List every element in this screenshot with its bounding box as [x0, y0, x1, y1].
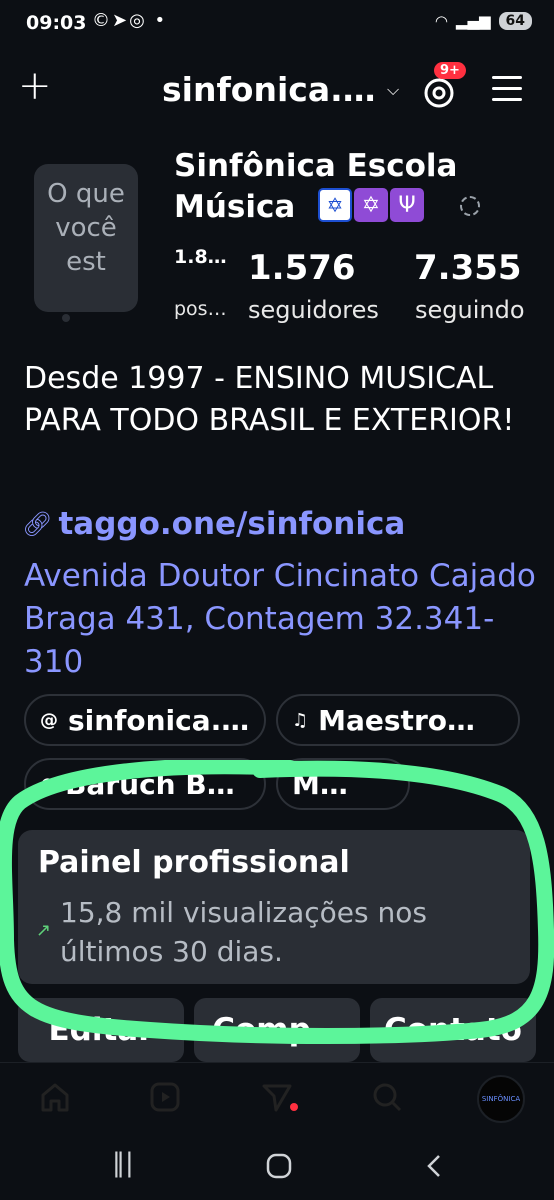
home-icon[interactable]: [38, 1080, 72, 1114]
wifi-icon: ◠: [434, 12, 448, 30]
status-right: ◠ ▂▄▆ 64: [435, 12, 532, 30]
chevron-down-icon[interactable]: ⌵: [387, 80, 399, 100]
star-of-david-icon: ✡: [354, 188, 388, 222]
note-bubble[interactable]: O que você est: [36, 178, 136, 279]
menu-icon[interactable]: [492, 76, 522, 102]
pill-maestro[interactable]: ♫ Maestro…: [276, 694, 520, 746]
pill-threads[interactable]: @ sinfonica.…: [24, 694, 266, 746]
share-profile-button[interactable]: Comp…: [194, 998, 360, 1062]
verified-icon: [460, 196, 480, 216]
reels-icon[interactable]: [148, 1080, 182, 1114]
home-button-icon[interactable]: [266, 1153, 292, 1179]
recent-apps-icon[interactable]: ‖|: [112, 1148, 134, 1178]
profile-link[interactable]: 🔗︎ taggo.one/sinfonica: [22, 506, 405, 542]
following-count[interactable]: 7.355: [414, 248, 522, 288]
notification-icons: ©➤◎ •: [92, 10, 168, 31]
back-icon[interactable]: [424, 1153, 444, 1179]
notification-badge: 9+: [434, 62, 466, 79]
username-switcher[interactable]: sinfonica.…: [162, 70, 376, 109]
address-link[interactable]: Avenida Doutor Cincinato Cajado Braga 43…: [24, 555, 544, 683]
posts-label[interactable]: pos…: [174, 298, 227, 320]
pill-label: sinfonica.…: [68, 703, 250, 737]
dashboard-title[interactable]: Painel profissional: [38, 845, 350, 880]
pill-label: Baruch B…: [65, 767, 235, 801]
following-label[interactable]: seguindo: [415, 296, 525, 324]
link-text[interactable]: taggo.one/sinfonica: [58, 506, 405, 542]
pill-baruch[interactable]: ⊕ Baruch B…: [24, 758, 266, 810]
battery-indicator: 64: [498, 12, 532, 30]
followers-label[interactable]: seguidores: [248, 296, 379, 324]
music-icon: ♫: [292, 709, 309, 731]
followers-count[interactable]: 1.576: [248, 248, 356, 288]
edit-profile-button[interactable]: Editar: [18, 998, 184, 1062]
pill-more[interactable]: M…: [276, 758, 410, 810]
status-time: 09:03: [26, 12, 87, 34]
dashboard-views: 15,8 mil visualizações nos últimos 30 di…: [60, 896, 427, 969]
trend-up-icon: ↗: [36, 920, 52, 941]
send-icon[interactable]: [260, 1080, 294, 1114]
contact-button[interactable]: Contato: [370, 998, 536, 1062]
emoji-row: ✡ ✡ Ψ: [318, 188, 424, 222]
note-tail: [62, 314, 70, 322]
posts-count[interactable]: 1.8…: [174, 246, 227, 268]
signal-icon: ▂▄▆: [455, 12, 491, 30]
link-icon: 🔗︎: [22, 510, 53, 538]
bio-text: Desde 1997 - ENSINO MUSICAL PARA TODO BR…: [24, 361, 515, 438]
globe-icon: ⊕: [40, 773, 56, 795]
create-button[interactable]: +: [18, 66, 52, 106]
profile-tab-avatar[interactable]: SINFÔNICA: [477, 1075, 525, 1123]
unread-dot: [290, 1103, 298, 1111]
threads-icon: @: [40, 709, 58, 731]
menorah-icon: Ψ: [390, 188, 424, 222]
pill-label: Maestro…: [318, 703, 475, 737]
search-icon[interactable]: [370, 1080, 404, 1114]
israel-flag-icon: ✡: [318, 188, 352, 222]
pill-label: M…: [292, 767, 348, 801]
